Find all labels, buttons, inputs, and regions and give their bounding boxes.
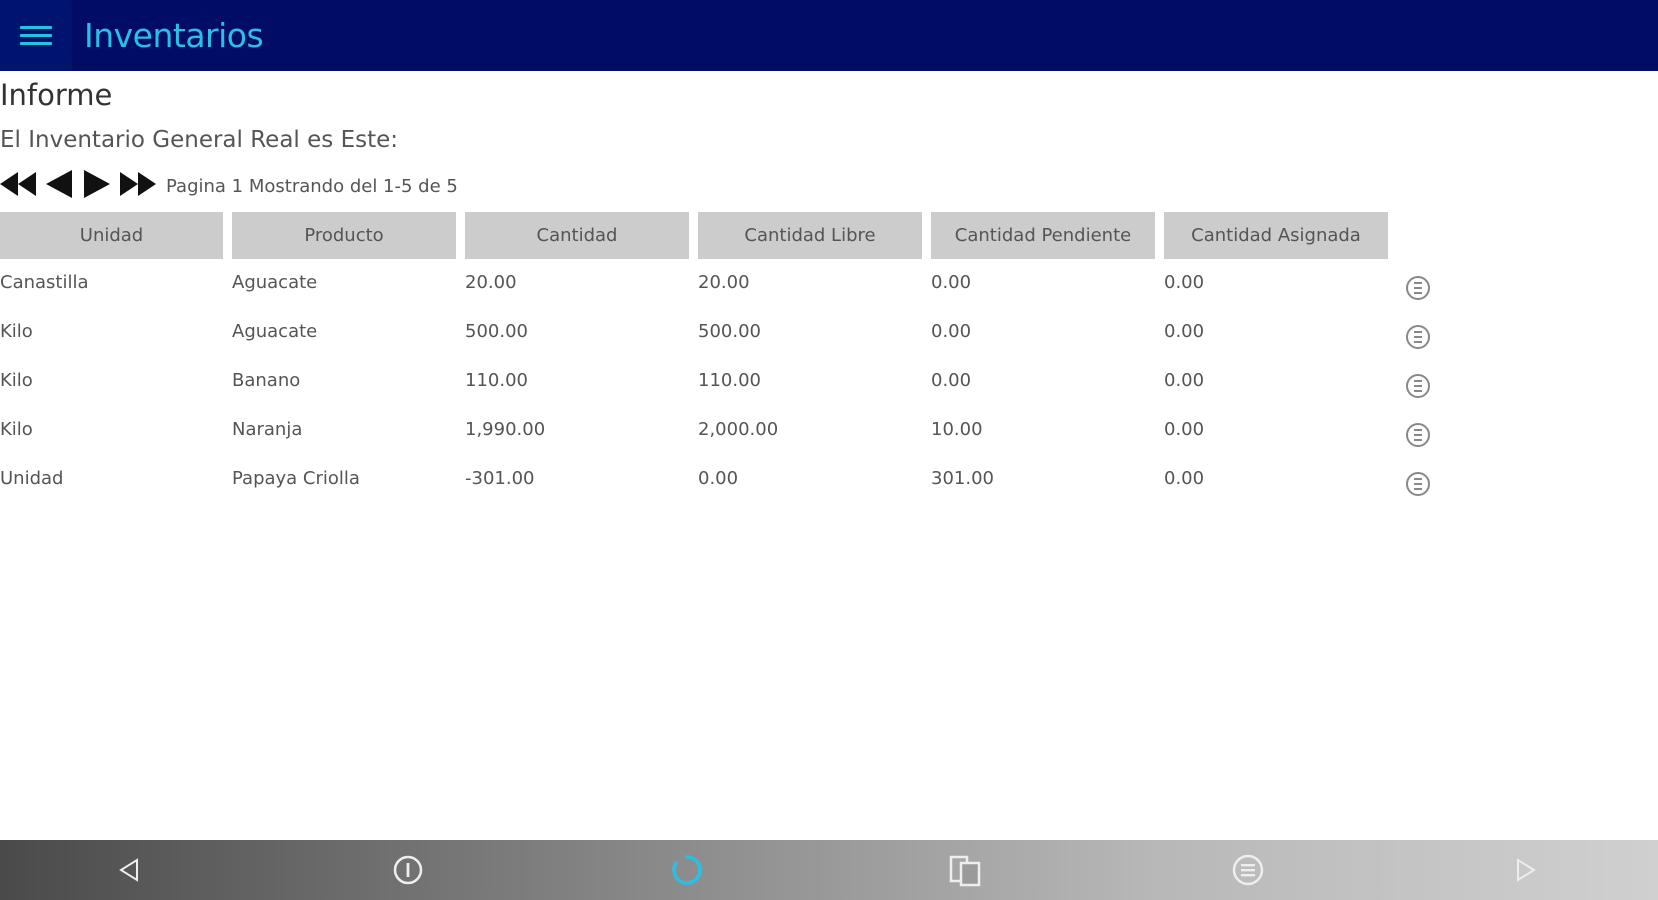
- forward-icon[interactable]: [1495, 840, 1555, 900]
- cell-cantidad-libre: 110.00: [698, 370, 761, 391]
- cell-unidad: Kilo: [0, 419, 33, 440]
- cell-cantidad-pendiente: 0.00: [931, 370, 972, 391]
- last-page-icon[interactable]: [118, 170, 156, 202]
- cell-cantidad-pendiente: 0.00: [931, 272, 972, 293]
- pager: Pagina 1 Mostrando del 1-5 de 5: [0, 168, 458, 204]
- first-page-icon[interactable]: [0, 170, 38, 202]
- cell-unidad: Kilo: [0, 370, 33, 391]
- cell-cantidad-asignada: 0.00: [1164, 419, 1205, 440]
- cell-cantidad: 1,990.00: [465, 419, 546, 440]
- page-title: Informe: [0, 78, 113, 112]
- title-bar: Inventarios: [0, 0, 1658, 71]
- column-header-producto[interactable]: Producto: [232, 212, 456, 259]
- column-header-cantidad-libre[interactable]: Cantidad Libre: [698, 212, 922, 259]
- details-icon[interactable]: [1406, 423, 1430, 447]
- cell-unidad: Canastilla: [0, 272, 89, 293]
- page-subtitle: El Inventario General Real es Este:: [0, 127, 398, 153]
- cell-cantidad-libre: 2,000.00: [698, 419, 779, 440]
- cell-unidad: Unidad: [0, 468, 64, 489]
- cell-cantidad-libre: 20.00: [698, 272, 750, 293]
- cell-cantidad-pendiente: 0.00: [931, 321, 972, 342]
- cell-unidad: Kilo: [0, 321, 33, 342]
- column-header-unidad[interactable]: Unidad: [0, 212, 223, 259]
- details-icon[interactable]: [1406, 325, 1430, 349]
- details-icon[interactable]: [1406, 276, 1430, 300]
- next-page-icon[interactable]: [80, 168, 112, 204]
- details-icon[interactable]: [1406, 472, 1430, 496]
- refresh-icon[interactable]: [657, 840, 717, 900]
- pager-info: Pagina 1 Mostrando del 1-5 de 5: [166, 175, 458, 197]
- cell-cantidad: 110.00: [465, 370, 528, 391]
- cell-producto: Papaya Criolla: [232, 468, 360, 489]
- cell-cantidad-libre: 0.00: [698, 468, 739, 489]
- cell-cantidad-libre: 500.00: [698, 321, 761, 342]
- cell-producto: Banano: [232, 370, 301, 391]
- copy-icon[interactable]: [935, 840, 995, 900]
- previous-page-icon[interactable]: [44, 168, 74, 204]
- cell-cantidad: -301.00: [465, 468, 535, 489]
- cell-cantidad-pendiente: 301.00: [931, 468, 994, 489]
- hamburger-icon[interactable]: [0, 0, 72, 71]
- info-icon[interactable]: [378, 840, 438, 900]
- app-title: Inventarios: [84, 16, 264, 55]
- cell-cantidad-asignada: 0.00: [1164, 272, 1205, 293]
- cell-cantidad-pendiente: 10.00: [931, 419, 983, 440]
- cell-cantidad-asignada: 0.00: [1164, 370, 1205, 391]
- details-icon[interactable]: [1218, 840, 1278, 900]
- cell-producto: Aguacate: [232, 272, 318, 293]
- column-header-cantidad-pendiente[interactable]: Cantidad Pendiente: [931, 212, 1155, 259]
- app-bar: [0, 840, 1658, 900]
- column-header-cantidad[interactable]: Cantidad: [465, 212, 689, 259]
- cell-producto: Aguacate: [232, 321, 318, 342]
- details-icon[interactable]: [1406, 374, 1430, 398]
- cell-cantidad-asignada: 0.00: [1164, 321, 1205, 342]
- cell-cantidad: 500.00: [465, 321, 528, 342]
- cell-cantidad: 20.00: [465, 272, 517, 293]
- cell-cantidad-asignada: 0.00: [1164, 468, 1205, 489]
- back-icon[interactable]: [100, 840, 160, 900]
- column-header-cantidad-asignada[interactable]: Cantidad Asignada: [1164, 212, 1388, 259]
- cell-producto: Naranja: [232, 419, 303, 440]
